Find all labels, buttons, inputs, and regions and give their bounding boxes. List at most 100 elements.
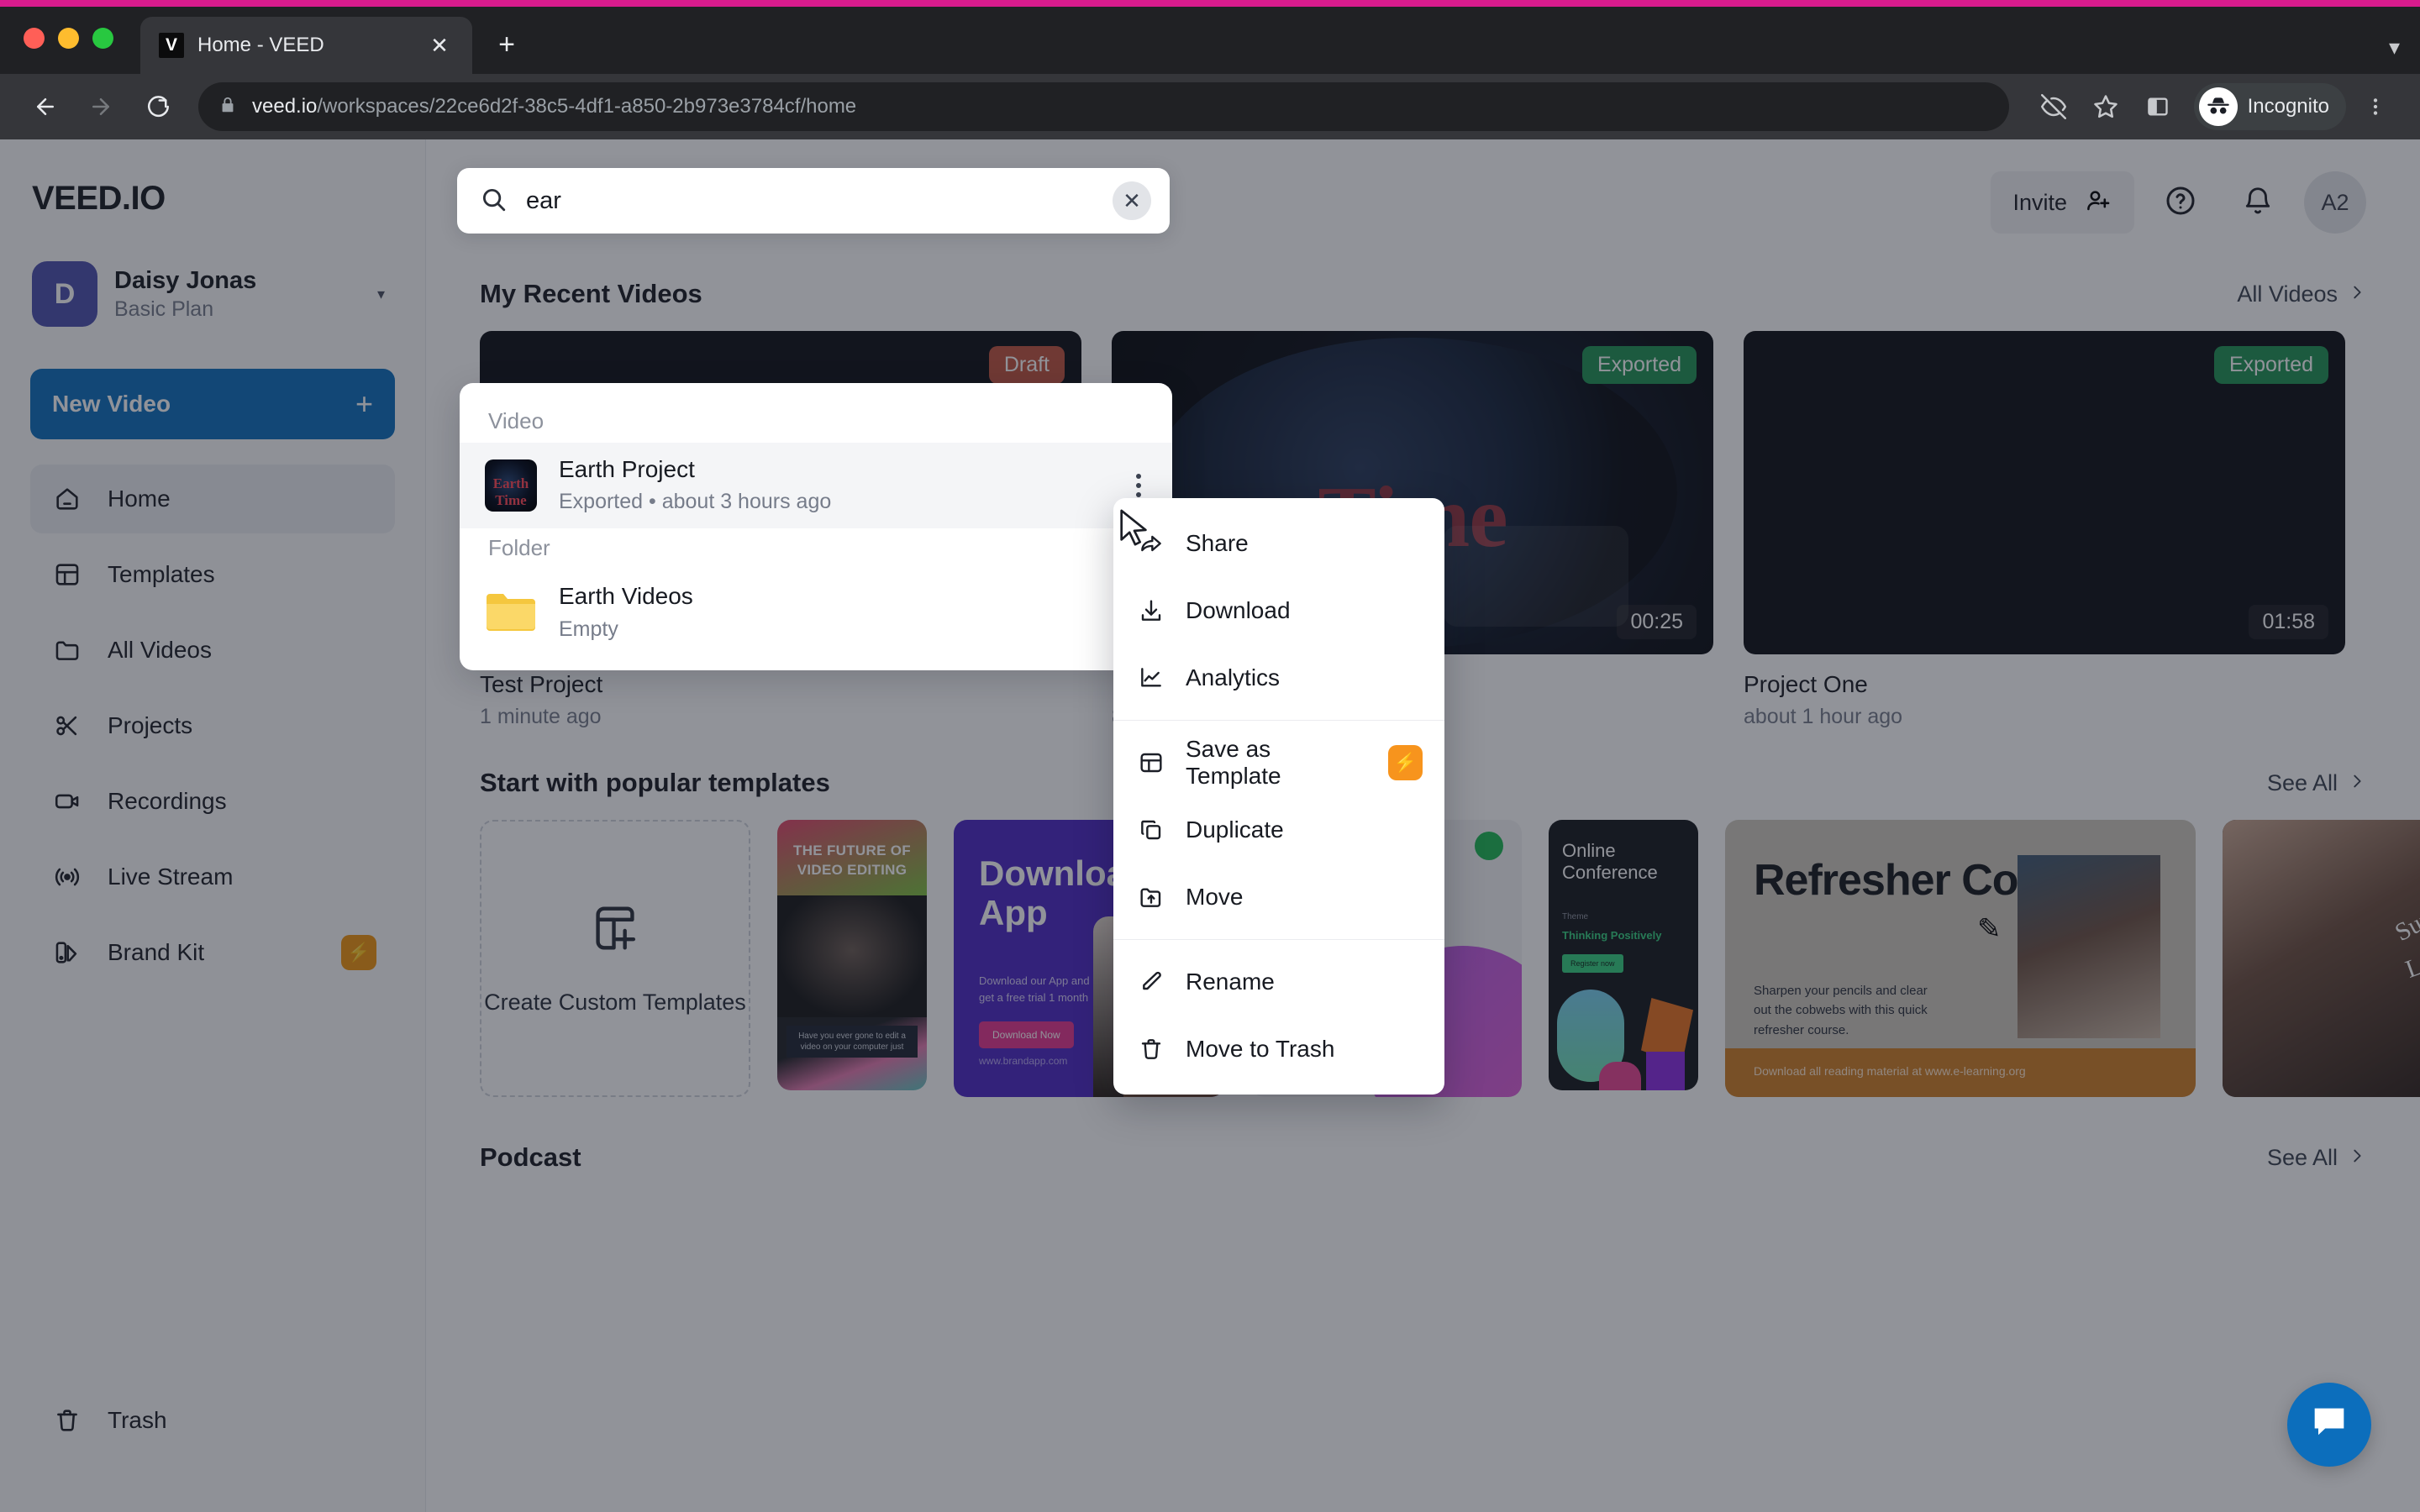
- sidebar-item-label: Projects: [108, 712, 193, 738]
- maximize-window-button[interactable]: [92, 28, 113, 49]
- forward-arrow-icon[interactable]: [77, 83, 124, 130]
- podcast-see-all-label: See All: [2266, 1144, 2338, 1170]
- invite-button[interactable]: Invite: [1991, 171, 2134, 234]
- avatar: D: [32, 261, 97, 327]
- sidebar-item-templates[interactable]: Templates: [30, 540, 395, 609]
- result-thumbnail: Earth Time: [485, 459, 537, 512]
- pro-bolt-icon: ⚡: [1387, 745, 1423, 780]
- search-result-item[interactable]: Earth Videos Empty: [460, 570, 1172, 655]
- question-circle-icon: [2164, 184, 2197, 222]
- sidebar-item-recordings[interactable]: Recordings: [30, 767, 395, 836]
- spotify-icon: [1475, 832, 1503, 860]
- template-caption: Have you ever gone to edit a video on yo…: [786, 1026, 918, 1058]
- reload-icon[interactable]: [133, 83, 180, 130]
- home-icon: [49, 480, 86, 517]
- sidebar-nav: Home Templates All Videos Projects Recor…: [30, 465, 395, 987]
- templates-title: Start with popular templates: [480, 768, 830, 797]
- three-dot-menu-icon[interactable]: [2353, 84, 2398, 129]
- chat-support-button[interactable]: [2287, 1383, 2371, 1467]
- address-bar[interactable]: veed.io/workspaces/22ce6d2f-38c5-4df1-a8…: [198, 82, 2009, 131]
- sidebar-item-trash[interactable]: Trash: [30, 1386, 396, 1462]
- template-image: [777, 895, 927, 1018]
- template-card-refresher-course[interactable]: Refresher Course ✎ Sharpen your pencils …: [1725, 820, 2196, 1097]
- side-panel-icon[interactable]: [2135, 84, 2181, 129]
- incognito-hat-icon: [2198, 87, 2238, 126]
- search-result-item[interactable]: Earth Time Earth Project Exported • abou…: [460, 443, 1172, 529]
- tab-title: Home - VEED: [197, 34, 324, 56]
- context-menu-item-move-to-trash[interactable]: Move to Trash: [1113, 1016, 1444, 1083]
- context-menu-item-label: Rename: [1186, 969, 1275, 995]
- close-icon[interactable]: ✕: [1113, 181, 1151, 220]
- close-icon[interactable]: ✕: [425, 34, 454, 56]
- context-menu-item-duplicate[interactable]: Duplicate: [1113, 796, 1444, 864]
- divider: [1113, 720, 1444, 721]
- minimize-window-button[interactable]: [58, 28, 79, 49]
- templates-see-all-link[interactable]: See All: [2267, 770, 2366, 796]
- chat-bubble-icon: [2307, 1401, 2351, 1449]
- three-dot-menu-icon[interactable]: [1123, 474, 1154, 498]
- browser-tab[interactable]: V Home - VEED ✕: [140, 17, 472, 74]
- sidebar-trash-row[interactable]: Trash: [30, 1386, 396, 1455]
- folder-icon: [49, 632, 86, 669]
- copy-icon: [1135, 814, 1167, 846]
- sidebar-item-brand-kit[interactable]: Brand Kit ⚡: [30, 918, 395, 987]
- close-window-button[interactable]: [24, 28, 45, 49]
- chevron-down-icon: ▾: [376, 285, 385, 302]
- podcast-see-all-link[interactable]: See All: [2267, 1145, 2366, 1171]
- context-menu-item-download[interactable]: Download: [1113, 577, 1444, 644]
- notifications-button[interactable]: [2227, 171, 2289, 234]
- result-title: Earth Videos: [559, 583, 693, 610]
- browser-window: V Home - VEED ✕ + ▾ veed.io/workspaces/2…: [0, 0, 2420, 1512]
- invite-label: Invite: [2012, 189, 2067, 215]
- tab-favicon-icon: V: [159, 33, 184, 58]
- template-card-online-conference[interactable]: Online Conference Theme Thinking Positiv…: [1549, 820, 1698, 1090]
- sidebar-item-all-videos[interactable]: All Videos: [30, 616, 395, 685]
- template-url: www.brandapp.com: [979, 1055, 1068, 1067]
- star-icon[interactable]: [2083, 84, 2128, 129]
- account-switcher[interactable]: D Daisy Jonas Basic Plan ▾: [30, 253, 395, 335]
- plus-icon: +: [355, 386, 373, 421]
- template-card-future-of-video-editing[interactable]: THE FUTURE OF VIDEO EDITING Have you eve…: [777, 820, 927, 1090]
- chevron-down-icon[interactable]: ▾: [2389, 34, 2400, 60]
- template-theme: Thinking Positively: [1562, 929, 1662, 942]
- status-badge: Exported: [1581, 346, 1697, 384]
- workspace-avatar[interactable]: A2: [2304, 171, 2366, 234]
- status-badge: Exported: [2213, 346, 2328, 384]
- profile-incognito-button[interactable]: Incognito: [2193, 83, 2346, 130]
- veed-logo: VEED.IO: [32, 180, 166, 217]
- create-custom-template-button[interactable]: Create Custom Templates: [480, 820, 750, 1097]
- template-card-3-summer-looks[interactable]: 3 Summer Looks: [2223, 820, 2420, 1097]
- pencil-icon: [1135, 966, 1167, 998]
- help-button[interactable]: [2149, 171, 2212, 234]
- sidebar: VEED.IO D Daisy Jonas Basic Plan ▾ New V…: [0, 139, 426, 1512]
- sidebar-item-live-stream[interactable]: Live Stream: [30, 843, 395, 911]
- window-controls[interactable]: [24, 28, 113, 74]
- back-arrow-icon[interactable]: [22, 83, 69, 130]
- video-thumbnail: Exported 01:58: [1744, 331, 2345, 654]
- omnibox-actions: Incognito: [2031, 83, 2398, 130]
- sidebar-item-home[interactable]: Home: [30, 465, 395, 533]
- context-menu-item-analytics[interactable]: Analytics: [1113, 644, 1444, 711]
- template-button-label: Register now: [1562, 954, 1623, 973]
- context-menu-item-label: Move: [1186, 884, 1244, 910]
- search-input[interactable]: ear ✕: [457, 168, 1170, 234]
- omnibox-bar: veed.io/workspaces/22ce6d2f-38c5-4df1-a8…: [0, 74, 2420, 139]
- eye-off-icon[interactable]: [2031, 84, 2076, 129]
- templates-icon: [49, 556, 86, 593]
- video-card[interactable]: Exported 01:58 Project One about 1 hour …: [1744, 331, 2345, 729]
- status-badge: Draft: [988, 346, 1065, 384]
- sidebar-item-projects[interactable]: Projects: [30, 691, 395, 760]
- bell-icon: [2242, 185, 2274, 221]
- template-theme-label: Theme: [1562, 912, 1589, 921]
- account-name: Daisy Jonas: [114, 266, 257, 294]
- duration-label: 01:58: [2249, 605, 2328, 639]
- pro-bolt-icon: ⚡: [341, 935, 376, 970]
- new-video-button[interactable]: New Video +: [30, 369, 395, 439]
- plus-icon[interactable]: +: [481, 18, 533, 71]
- context-menu-item-rename[interactable]: Rename: [1113, 948, 1444, 1016]
- context-menu-item-move[interactable]: Move: [1113, 864, 1444, 931]
- context-menu-item-save-as-template[interactable]: Save as Template ⚡: [1113, 729, 1444, 796]
- video-subtitle: 1 minute ago: [480, 705, 602, 728]
- context-menu-item-share[interactable]: Share: [1113, 510, 1444, 577]
- all-videos-link[interactable]: All Videos: [2237, 281, 2366, 307]
